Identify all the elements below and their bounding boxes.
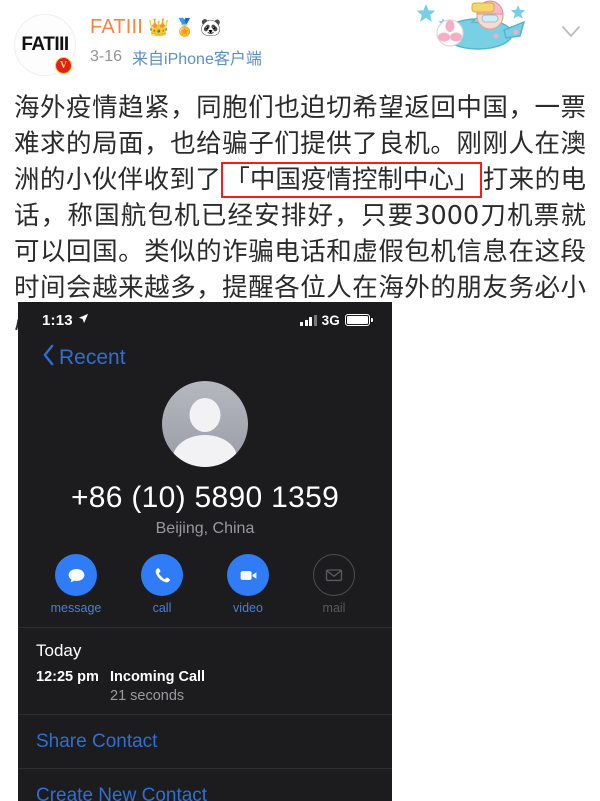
- status-bar-right: 3G: [300, 312, 373, 328]
- verified-badge-letter: V: [56, 58, 71, 73]
- call-action-button[interactable]: call: [135, 554, 189, 615]
- avatar-label: FATIII: [21, 34, 69, 55]
- crown-emoji-icon: 👑: [148, 18, 170, 37]
- post-source[interactable]: 来自iPhone客户端: [132, 45, 262, 69]
- airplane-sticker-icon: [412, 0, 542, 58]
- location-arrow-icon: [78, 311, 89, 329]
- username[interactable]: FATIII: [90, 16, 143, 39]
- contact-actions: message call video mail: [18, 538, 392, 627]
- contact-hero: +86 (10) 5890 1359 Beijing, China: [18, 375, 392, 538]
- chevron-left-icon: [42, 344, 55, 371]
- back-to-recent-button[interactable]: Recent: [18, 338, 392, 375]
- mail-action-button[interactable]: mail: [307, 554, 361, 615]
- medal-emoji-icon: 🏅: [174, 18, 196, 37]
- weibo-post-page: FATIII V FATIII 👑 🏅 🐼 3-16 来自iPhone客户端 海…: [0, 0, 600, 801]
- message-icon: [55, 554, 97, 596]
- avatar[interactable]: FATIII V: [14, 14, 76, 76]
- signal-strength-icon: [300, 314, 317, 326]
- call-log-day-title: Today: [36, 641, 82, 660]
- status-bar-time: 1:13: [42, 311, 73, 329]
- meta-row: 3-16 来自iPhone客户端: [90, 45, 262, 69]
- video-icon: [227, 554, 269, 596]
- call-log-type: Incoming Call: [110, 669, 206, 685]
- embedded-iphone-screenshot: 1:13 3G Recent +86 (10) 5890 1359 Beijin…: [18, 302, 392, 801]
- status-bar-left: 1:13: [42, 311, 89, 329]
- battery-icon: [345, 314, 373, 326]
- create-new-contact-button[interactable]: Create New Contact: [18, 769, 392, 801]
- contact-location: Beijing, China: [155, 520, 255, 537]
- message-action-button[interactable]: message: [49, 554, 103, 615]
- contact-phone-number: +86 (10) 5890 1359: [70, 481, 340, 514]
- call-log-entry[interactable]: 12:25 pm Incoming Call: [18, 669, 392, 685]
- username-row: FATIII 👑 🏅 🐼: [90, 16, 262, 39]
- phone-icon: [141, 554, 183, 596]
- call-log-time: 12:25 pm: [36, 669, 99, 685]
- chevron-down-icon[interactable]: [558, 18, 584, 44]
- message-action-label: message: [50, 601, 102, 615]
- video-action-label: video: [233, 601, 263, 615]
- network-type-label: 3G: [321, 312, 340, 328]
- call-action-label: call: [152, 601, 172, 615]
- post-date: 3-16: [90, 48, 123, 65]
- call-log-duration: 21 seconds: [110, 688, 185, 704]
- mail-action-label: mail: [322, 601, 346, 615]
- back-button-label: Recent: [59, 345, 126, 369]
- post-meta: FATIII 👑 🏅 🐼 3-16 来自iPhone客户端: [90, 10, 262, 69]
- share-contact-button[interactable]: Share Contact: [18, 715, 392, 768]
- mail-icon: [313, 554, 355, 596]
- verified-badge-icon: V: [53, 55, 74, 76]
- panda-emoji-icon: 🐼: [200, 18, 222, 37]
- contact-avatar-placeholder-icon: [162, 381, 248, 467]
- video-action-button[interactable]: video: [221, 554, 275, 615]
- post-header: FATIII V FATIII 👑 🏅 🐼 3-16 来自iPhone客户端: [0, 0, 600, 86]
- ios-status-bar: 1:13 3G: [18, 302, 392, 338]
- call-log-section: Today 12:25 pm Incoming Call 21 seconds: [18, 628, 392, 714]
- highlighted-scam-name: 「中国疫情控制中心」: [221, 162, 483, 198]
